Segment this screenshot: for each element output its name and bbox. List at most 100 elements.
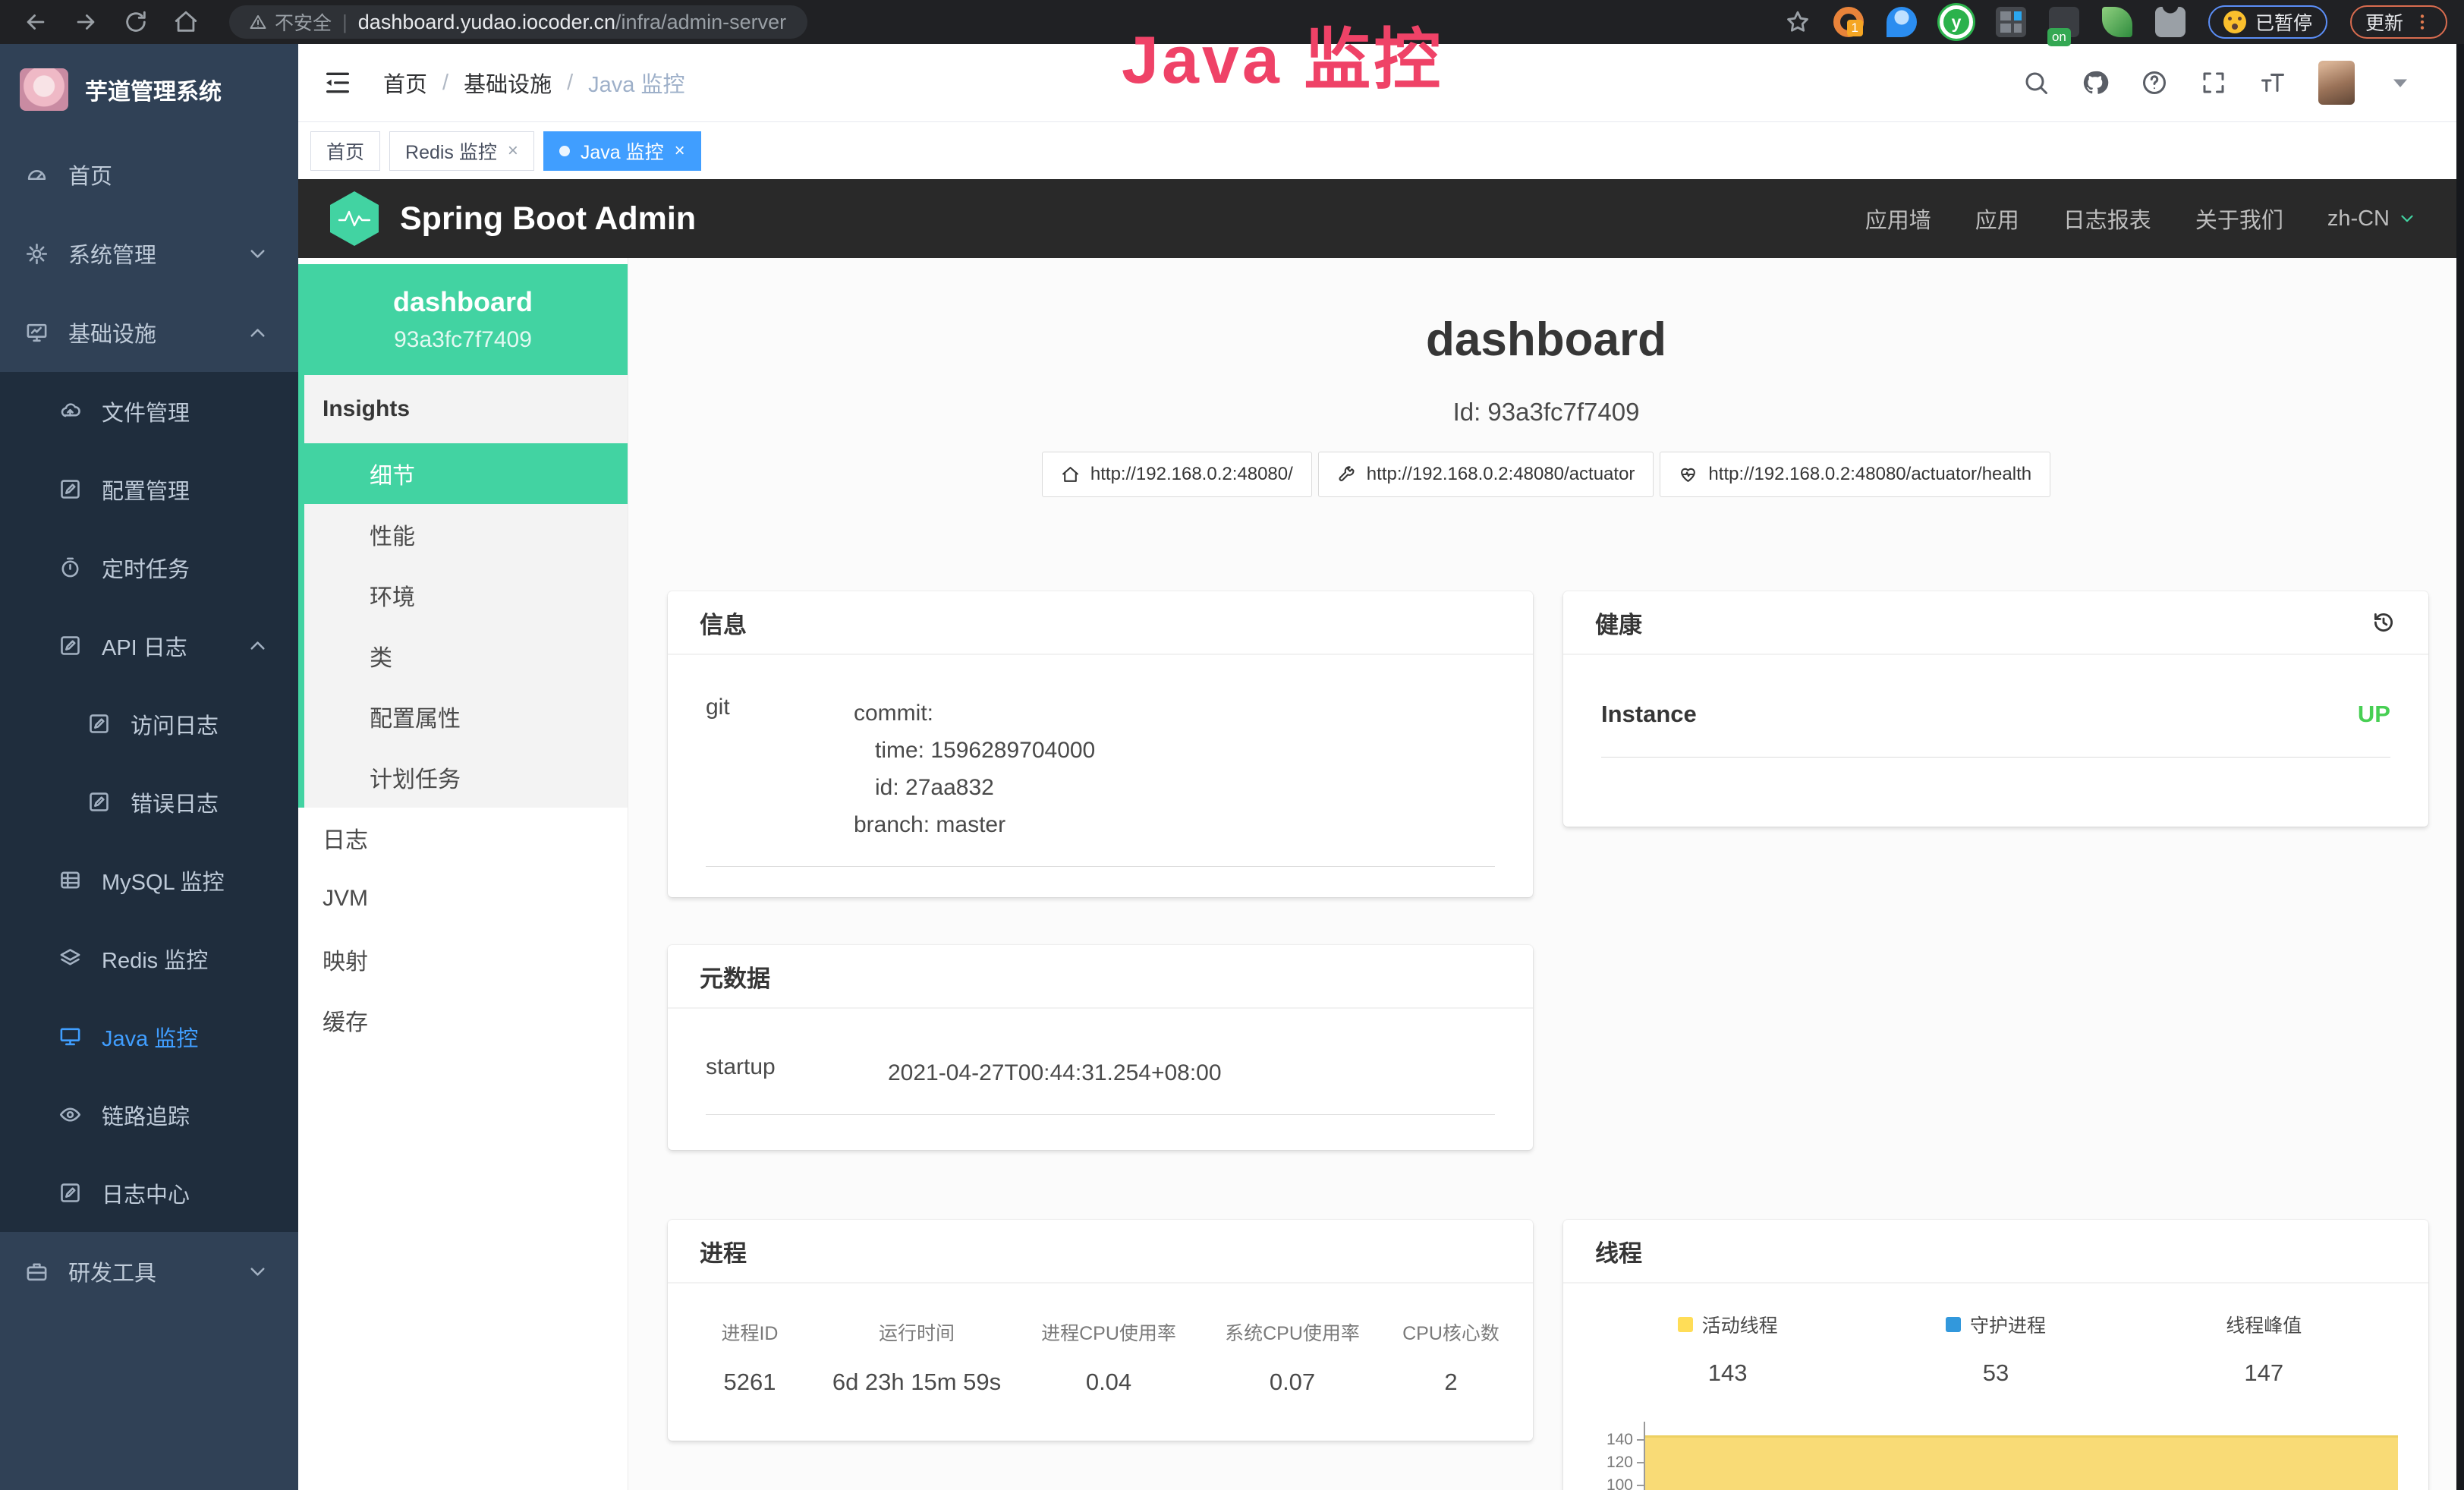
sba-nav-language[interactable]: zh-CN	[2327, 206, 2417, 232]
extension-orange-circle-icon[interactable]: 1	[1833, 7, 1864, 37]
health-instance-row[interactable]: Instance UP	[1601, 701, 2390, 758]
chevron-up-icon	[246, 321, 269, 345]
app-sidebar: 芋道管理系统 首页 系统管理 基础设施 文件管理 配置管理 定时任务 API 日…	[0, 44, 298, 1490]
sidebar-item-label: 错误日志	[131, 786, 219, 818]
eye-icon	[58, 1103, 82, 1126]
sidebar-item-api-logs[interactable]: API 日志	[0, 606, 298, 685]
sba-brand-title[interactable]: Spring Boot Admin	[400, 200, 696, 238]
sba-menu-scheduled-tasks[interactable]: 计划任务	[304, 747, 628, 808]
sidebar-item-label: 访问日志	[131, 708, 219, 740]
paused-pill[interactable]: 已暂停	[2208, 5, 2327, 39]
extension-leaf-icon[interactable]	[2102, 7, 2132, 37]
sba-menu-environment[interactable]: 环境	[304, 565, 628, 625]
sidebar-item-scheduled-tasks[interactable]: 定时任务	[0, 528, 298, 606]
site-security[interactable]: 不安全	[249, 8, 332, 36]
sidebar-item-infrastructure[interactable]: 基础设施	[0, 293, 298, 372]
sba-menu-jvm[interactable]: JVM	[298, 868, 628, 929]
github-icon[interactable]	[2082, 69, 2109, 96]
breadcrumb-infrastructure[interactable]: 基础设施	[464, 67, 552, 99]
metadata-startup-row: startup 2021-04-27T00:44:31.254+08:00	[706, 1054, 1495, 1115]
sidebar-item-dev-tools[interactable]: 研发工具	[0, 1232, 298, 1311]
bookmark-star-icon[interactable]	[1785, 9, 1811, 35]
sba-body: dashboard 93a3fc7f7409 Insights 细节 性能 环境…	[298, 258, 2464, 1490]
actuator-url-link[interactable]: http://192.168.0.2:48080/actuator	[1318, 452, 1654, 497]
sidebar-item-config-management[interactable]: 配置管理	[0, 450, 298, 528]
search-icon[interactable]	[2022, 69, 2050, 96]
extensions-puzzle-icon[interactable]	[2155, 7, 2186, 37]
breadcrumb-home[interactable]: 首页	[383, 67, 427, 99]
extension-on-switch-icon[interactable]: on	[2049, 7, 2079, 37]
app-brand[interactable]: 芋道管理系统	[0, 44, 298, 135]
health-url-link[interactable]: http://192.168.0.2:48080/actuator/health	[1660, 452, 2050, 497]
link-url: http://192.168.0.2:48080/actuator/health	[1708, 464, 2031, 485]
help-icon[interactable]	[2141, 69, 2168, 96]
process-stat-cpu-cores: CPU核心数 2	[1384, 1318, 1518, 1396]
fullscreen-icon[interactable]	[2200, 69, 2227, 96]
tab-home[interactable]: 首页	[310, 131, 380, 171]
stat-value: 2	[1384, 1369, 1518, 1396]
sidebar-item-label: Redis 监控	[102, 943, 208, 975]
user-avatar[interactable]	[2318, 61, 2355, 105]
address-bar[interactable]: 不安全 | dashboard.yudao.iocoder.cn/infra/a…	[229, 5, 807, 39]
workspace: 首页 / 基础设施 / Java 监控 首页 Redis 监控 × Java 监…	[298, 44, 2464, 1490]
stat-value: 6d 23h 15m 59s	[817, 1369, 1017, 1396]
sidebar-item-redis-monitor[interactable]: Redis 监控	[0, 919, 298, 997]
tab-label: 首页	[326, 137, 364, 165]
sidebar-item-access-logs[interactable]: 访问日志	[0, 685, 298, 763]
info-card-title: 信息	[668, 591, 1533, 655]
url-path: /infra/admin-server	[615, 11, 786, 34]
sidebar-item-file-management[interactable]: 文件管理	[0, 372, 298, 450]
threads-legend: 活动线程 守护进程 线程峰值	[1594, 1311, 2398, 1338]
close-icon[interactable]: ×	[675, 140, 685, 162]
sba-nav-journal[interactable]: 日志报表	[2063, 203, 2151, 235]
sba-nav: 应用墙 应用 日志报表 关于我们 zh-CN	[1865, 203, 2417, 235]
sba-instance-header[interactable]: dashboard 93a3fc7f7409	[298, 264, 628, 375]
service-url-link[interactable]: http://192.168.0.2:48080/	[1042, 452, 1312, 497]
update-button[interactable]: 更新	[2350, 5, 2447, 39]
extension-y-circle-icon[interactable]: y	[1940, 5, 1973, 39]
font-size-icon[interactable]	[2259, 69, 2286, 96]
sidebar-item-system-management[interactable]: 系统管理	[0, 214, 298, 293]
sidebar-fold-icon[interactable]	[323, 68, 353, 98]
sba-menu-logs[interactable]: 日志	[298, 808, 628, 868]
sba-menu-classes[interactable]: 类	[304, 625, 628, 686]
sba-nav-about[interactable]: 关于我们	[2195, 203, 2283, 235]
sba-menu-mappings[interactable]: 映射	[298, 929, 628, 990]
back-icon[interactable]	[23, 9, 49, 35]
sidebar-item-log-center[interactable]: 日志中心	[0, 1154, 298, 1232]
sidebar-item-mysql-monitor[interactable]: MySQL 监控	[0, 841, 298, 919]
tab-java-monitor[interactable]: Java 监控 ×	[543, 131, 701, 171]
sba-nav-applications[interactable]: 应用	[1975, 203, 2019, 235]
sidebar-item-trace[interactable]: 链路追踪	[0, 1076, 298, 1154]
sidebar-item-label: API 日志	[102, 630, 187, 662]
sidebar-item-error-logs[interactable]: 错误日志	[0, 763, 298, 841]
sidebar-item-label: 定时任务	[102, 552, 190, 584]
sba-menu-caches[interactable]: 缓存	[298, 990, 628, 1051]
close-icon[interactable]: ×	[508, 140, 518, 162]
sba-menu-config-properties[interactable]: 配置属性	[304, 686, 628, 747]
extension-location-pin-icon[interactable]	[1887, 7, 1917, 37]
extension-y-label: y	[1952, 12, 1962, 33]
threads-card: 线程 活动线程 守护进程 线程峰值	[1563, 1220, 2428, 1490]
history-icon[interactable]	[2371, 610, 2396, 635]
sba-nav-wallboard[interactable]: 应用墙	[1865, 203, 1931, 235]
sba-menu-details[interactable]: 细节	[298, 443, 628, 504]
browser-extensions-area: 1 y on 已暂停 更新	[1785, 5, 2464, 39]
breadcrumb-current: Java 监控	[588, 67, 684, 99]
reload-icon[interactable]	[123, 9, 149, 35]
sidebar-item-java-monitor[interactable]: Java 监控	[0, 997, 298, 1076]
link-url: http://192.168.0.2:48080/	[1090, 464, 1293, 485]
tab-redis-monitor[interactable]: Redis 监控 ×	[389, 131, 534, 171]
page-scrollbar[interactable]	[2456, 44, 2464, 1490]
sidebar-item-label: 研发工具	[68, 1255, 156, 1287]
home-icon[interactable]	[173, 9, 199, 35]
sidebar-item-home[interactable]: 首页	[0, 135, 298, 214]
sba-menu-metrics[interactable]: 性能	[304, 504, 628, 565]
caret-down-icon[interactable]	[2387, 69, 2414, 96]
extension-grid-icon[interactable]	[1996, 7, 2026, 37]
cloud-upload-icon	[58, 399, 82, 423]
extension-on-badge: on	[2047, 28, 2071, 46]
process-stat-pid: 进程ID 5261	[683, 1318, 817, 1396]
forward-icon[interactable]	[73, 9, 99, 35]
tab-label: Java 监控	[581, 137, 664, 165]
